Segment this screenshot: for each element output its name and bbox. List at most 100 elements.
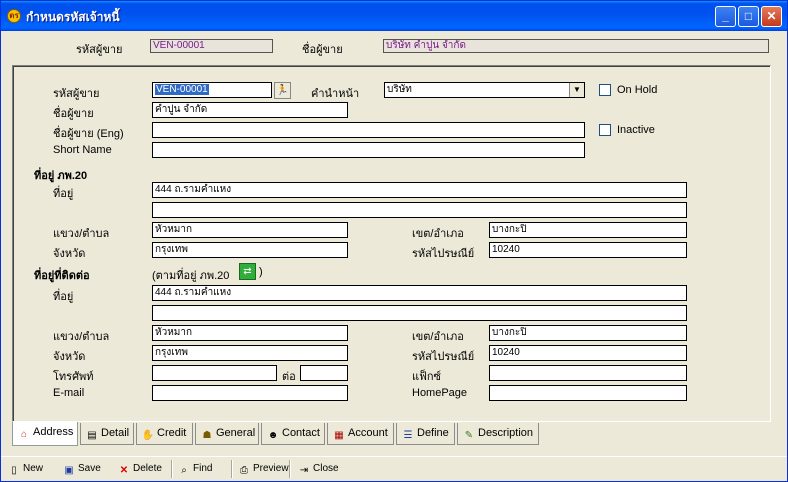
tab-contact[interactable]: ☻ Contact [261, 423, 325, 445]
prefix-label: คำนำหน้า [311, 88, 360, 100]
save-disk-icon: ▣ [64, 465, 74, 476]
tax-postcode-label: รหัสไปรษณีย์ [412, 248, 475, 260]
contact-province-field[interactable]: กรุงเทพ [152, 345, 348, 361]
same-as-label: (ตามที่อยู่ ภพ.20 [152, 270, 230, 282]
vendor-code-label: รหัสผู้ขาย [53, 88, 100, 100]
name-field[interactable]: คำปูน จำกัด [152, 102, 348, 118]
new-button[interactable]: ▯ New [7, 460, 43, 478]
define-list-icon: ☰ [403, 430, 413, 441]
tax-subdistrict-label: แขวง/ตำบล [53, 228, 110, 240]
tab-description[interactable]: ✎ Description [457, 423, 539, 445]
detail-icon: ▤ [87, 430, 97, 441]
short-name-field[interactable] [152, 142, 585, 158]
delete-label: Delete [133, 463, 162, 474]
tab-general[interactable]: ☗ General [195, 423, 259, 445]
on-hold-label: On Hold [617, 84, 658, 96]
save-label: Save [78, 463, 101, 474]
contact-person-icon: ☻ [267, 430, 279, 441]
tab-credit-label: Credit [157, 427, 187, 439]
inactive-label: Inactive [617, 124, 655, 136]
close-label: Close [313, 463, 339, 474]
vendor-code-field[interactable]: VEN-00001 [152, 82, 272, 98]
tab-define-label: Define [417, 427, 449, 439]
tab-address-label: Address [33, 426, 74, 438]
tab-account[interactable]: ▦ Account [327, 423, 394, 445]
tax-subdistrict-field[interactable]: หัวหมาก [152, 222, 348, 238]
header-vendor-code-label: รหัสผู้ขาย [76, 44, 123, 56]
tab-description-label: Description [478, 427, 534, 439]
prefix-value: บริษัท [387, 84, 412, 95]
contact-address-label: ที่อยู่ [53, 291, 74, 303]
name-eng-field[interactable] [152, 122, 585, 138]
contact-subdistrict-field[interactable]: หัวหมาก [152, 325, 348, 341]
main-window: ตร กำหนดรหัสเจ้าหนี้ _ □ ✕ รหัสผู้ขาย VE… [0, 0, 788, 482]
vendor-code-value: VEN-00001 [155, 84, 209, 95]
tax-address-line1[interactable]: 444 ถ.รามคำแหง [152, 182, 687, 198]
preview-label: Preview [253, 463, 289, 474]
phone-field[interactable] [152, 365, 277, 381]
tab-define[interactable]: ☰ Define [396, 423, 455, 445]
header-vendor-code: VEN-00001 [150, 39, 273, 53]
contact-postcode-label: รหัสไปรษณีย์ [412, 351, 475, 363]
short-name-label: Short Name [53, 144, 112, 156]
close-button[interactable]: ⇥ Close [297, 460, 339, 478]
copy-address-icon[interactable]: ⇄ [239, 263, 256, 280]
close-window-button[interactable]: ✕ [761, 6, 782, 27]
contact-province-label: จังหวัด [53, 351, 86, 363]
hand-icon: ✋ [141, 430, 155, 441]
contact-district-field[interactable]: บางกะปิ [489, 325, 687, 341]
contact-district-label: เขต/อำเภอ [412, 331, 464, 343]
tab-detail[interactable]: ▤ Detail [80, 423, 134, 445]
tab-detail-label: Detail [101, 427, 130, 439]
tax-address-title: ที่อยู่ ภพ.20 [34, 170, 88, 182]
tab-general-label: General [216, 427, 256, 439]
toolbar-separator [171, 460, 173, 478]
ext-label: ต่อ [282, 371, 296, 383]
contact-address-line1[interactable]: 444 ถ.รามคำแหง [152, 285, 687, 301]
name-eng-label: ชื่อผู้ขาย (Eng) [53, 128, 124, 140]
tax-address-label: ที่อยู่ [53, 188, 74, 200]
preview-icon: ⎙ [240, 465, 248, 476]
exit-door-icon: ⇥ [299, 465, 309, 476]
tax-postcode-field[interactable]: 10240 [489, 242, 687, 258]
run-lookup-icon[interactable]: 🏃 [274, 82, 291, 99]
find-label: Find [193, 463, 213, 474]
window-title: กำหนดรหัสเจ้าหนี้ [26, 10, 120, 24]
home-icon: ⌂ [20, 429, 28, 440]
find-magnifier-icon: ⌕ [181, 465, 187, 476]
chevron-down-icon[interactable]: ▼ [569, 83, 584, 97]
app-logo-icon: ตร [7, 9, 21, 23]
email-label: E-mail [53, 387, 85, 399]
ext-field[interactable] [300, 365, 348, 381]
homepage-field[interactable] [489, 385, 687, 401]
tab-address[interactable]: ⌂ Address [12, 422, 78, 446]
contact-address-title: ที่อยู่ที่ติดต่อ [34, 270, 90, 282]
tab-credit[interactable]: ✋ Credit [136, 423, 193, 445]
maximize-button[interactable]: □ [738, 6, 759, 27]
prefix-select[interactable]: บริษัท ▼ [384, 82, 585, 98]
header-vendor-name: บริษัท คำปูน จำกัด [383, 39, 769, 53]
tax-district-field[interactable]: บางกะปิ [489, 222, 687, 238]
title-bar[interactable]: ตร กำหนดรหัสเจ้าหนี้ _ □ ✕ [1, 1, 787, 31]
email-field[interactable] [152, 385, 348, 401]
contact-subdistrict-label: แขวง/ตำบล [53, 331, 110, 343]
tax-province-field[interactable]: กรุงเทพ [152, 242, 348, 258]
same-as-label-close: ) [259, 266, 263, 278]
find-button[interactable]: ⌕ Find [177, 460, 212, 478]
name-label: ชื่อผู้ขาย [53, 108, 94, 120]
contact-postcode-field[interactable]: 10240 [489, 345, 687, 361]
tax-address-line2[interactable] [152, 202, 687, 218]
inactive-checkbox[interactable] [599, 124, 611, 136]
delete-button[interactable]: ✕ Delete [117, 460, 162, 478]
contact-address-line2[interactable] [152, 305, 687, 321]
preview-button[interactable]: ⎙ Preview [237, 460, 289, 478]
minimize-button[interactable]: _ [715, 6, 736, 27]
save-button[interactable]: ▣ Save [62, 460, 101, 478]
delete-x-icon: ✕ [119, 465, 129, 476]
tax-district-label: เขต/อำเภอ [412, 228, 464, 240]
description-note-icon: ✎ [464, 430, 474, 441]
on-hold-checkbox[interactable] [599, 84, 611, 96]
homepage-label: HomePage [412, 387, 468, 399]
fax-field[interactable] [489, 365, 687, 381]
new-label: New [23, 463, 44, 474]
